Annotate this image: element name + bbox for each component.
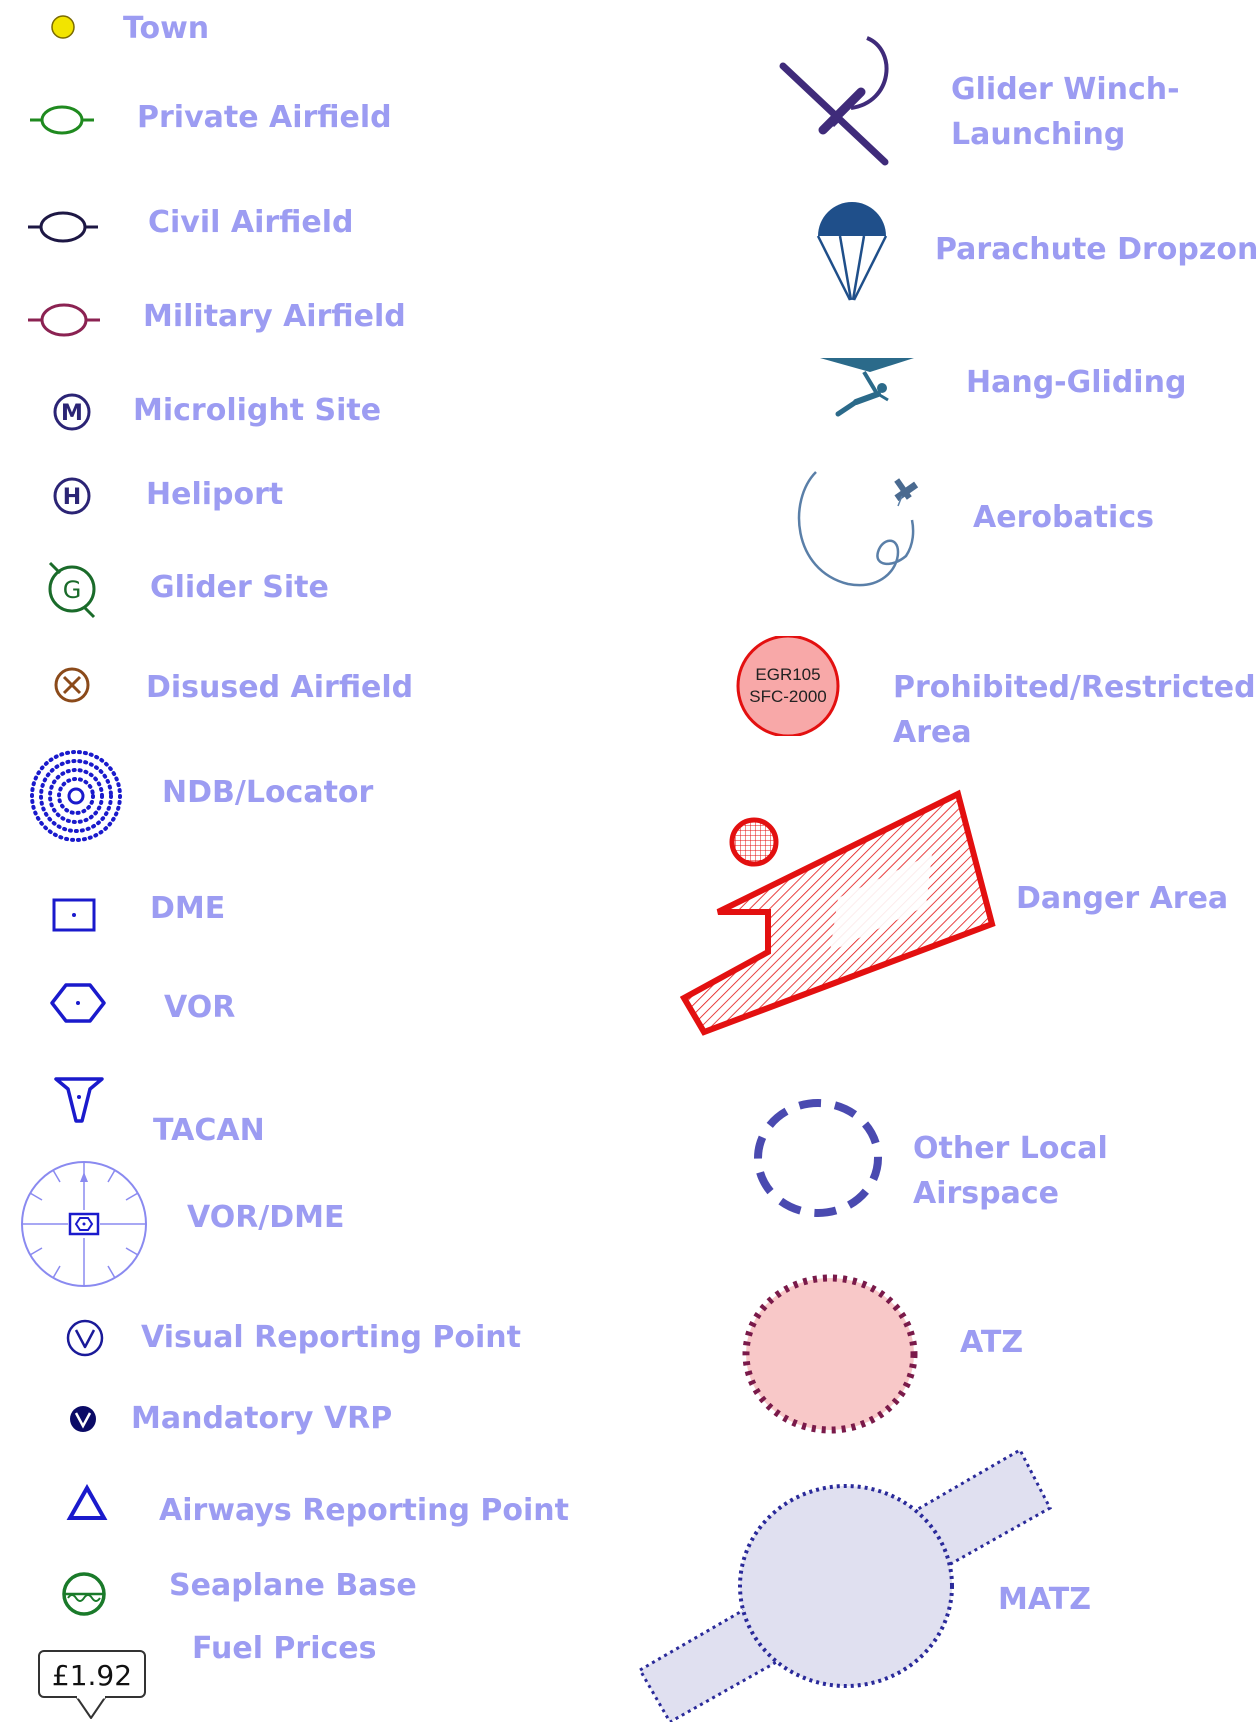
restricted-area-altitude: SFC-2000 [749, 687, 826, 706]
microlight-site-label: Microlight Site [133, 393, 382, 428]
dme-icon [52, 898, 96, 932]
prohibited-restricted-label-line2: Area [893, 715, 972, 750]
restricted-area-code: EGR105 [755, 665, 820, 684]
svg-text:H: H [63, 485, 81, 510]
town-icon [51, 15, 75, 39]
parachute-icon [816, 202, 888, 301]
vor-label: VOR [164, 990, 236, 1025]
vor-dme-label: VOR/DME [187, 1200, 345, 1235]
glider-site-icon: G [48, 561, 96, 619]
atz-label: ATZ [960, 1325, 1024, 1360]
glider-site-label: Glider Site [150, 570, 329, 605]
seaplane-base-label: Seaplane Base [169, 1568, 417, 1603]
vor-dme-icon [21, 1161, 147, 1287]
vor-icon [50, 983, 106, 1023]
aerobatics-label: Aerobatics [973, 500, 1154, 535]
airways-reporting-point-icon [66, 1484, 108, 1520]
private-airfield-icon [30, 105, 94, 135]
mandatory-vrp-icon [70, 1406, 96, 1432]
glider-winch-label-line2: Launching [951, 117, 1126, 152]
mandatory-vrp-label: Mandatory VRP [131, 1401, 393, 1436]
hang-gliding-label: Hang-Gliding [966, 365, 1187, 400]
visual-reporting-point-label: Visual Reporting Point [141, 1320, 521, 1355]
ndb-locator-label: NDB/Locator [162, 775, 374, 810]
heliport-icon: H [53, 477, 91, 515]
prohibited-restricted-label-line1: Prohibited/Restricted [893, 670, 1256, 705]
aerobatics-icon [797, 471, 919, 587]
local-airspace-icon [754, 1099, 882, 1217]
hang-glider-icon [820, 358, 914, 417]
glider-winch-label-line1: Glider Winch- [951, 72, 1180, 107]
fuel-price-pointer-icon [75, 1696, 107, 1719]
matz-icon [637, 1447, 1052, 1722]
other-local-airspace-label-line1: Other Local [913, 1131, 1108, 1166]
civil-airfield-icon [28, 211, 98, 243]
svg-text:M: M [61, 401, 83, 426]
military-airfield-label: Military Airfield [143, 299, 406, 334]
microlight-icon: M [53, 393, 91, 431]
airways-reporting-point-label: Airways Reporting Point [159, 1493, 569, 1528]
glider-winch-icon [779, 36, 889, 166]
svg-text:G: G [63, 576, 82, 604]
heliport-label: Heliport [146, 477, 284, 512]
fuel-price-badge: £1.92 [38, 1650, 146, 1698]
other-local-airspace-label-line2: Airspace [913, 1176, 1060, 1211]
danger-area-icon [680, 789, 996, 1036]
military-airfield-icon [28, 303, 100, 337]
parachute-dropzone-label: Parachute Dropzone [935, 232, 1258, 267]
danger-area-label: Danger Area [1016, 881, 1229, 916]
fuel-prices-label: Fuel Prices [192, 1631, 377, 1666]
dme-label: DME [150, 891, 226, 926]
atz-icon [742, 1274, 918, 1434]
tacan-icon [54, 1077, 104, 1123]
disused-airfield-label: Disused Airfield [146, 670, 414, 705]
tacan-label: TACAN [153, 1113, 265, 1148]
seaplane-icon [62, 1572, 106, 1616]
restricted-area-icon: EGR105 SFC-2000 [736, 636, 840, 736]
ndb-icon [30, 750, 122, 842]
disused-airfield-icon [54, 667, 90, 703]
matz-label: MATZ [998, 1582, 1091, 1617]
vrp-icon [66, 1319, 104, 1357]
town-label: Town [123, 11, 210, 46]
private-airfield-label: Private Airfield [137, 100, 392, 135]
civil-airfield-label: Civil Airfield [148, 205, 354, 240]
